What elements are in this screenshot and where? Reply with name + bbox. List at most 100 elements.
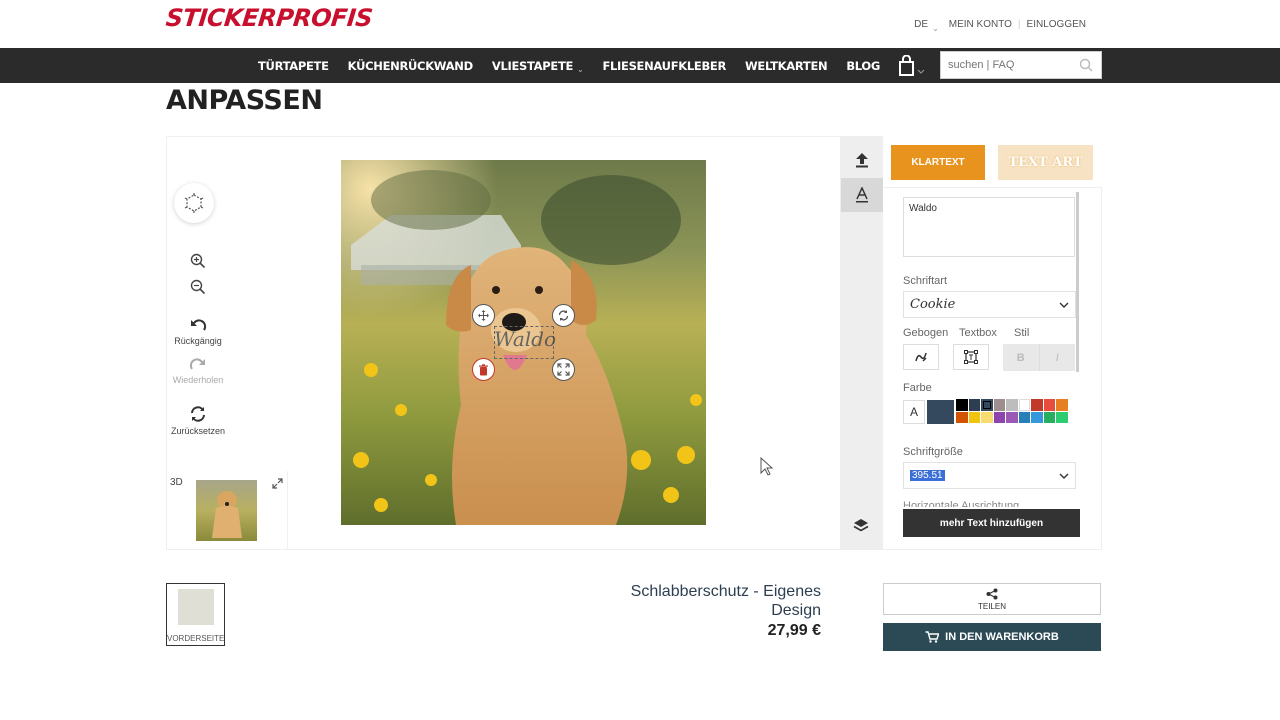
cart-icon: [925, 631, 940, 643]
top-bar: STICKERPROFIS DE ⌄ MEIN KONTO | EINLOGGE…: [0, 0, 1280, 48]
nav-label: FLIESENAUFKLEBER: [602, 58, 727, 73]
add-more-text-button[interactable]: mehr Text hinzufügen: [903, 509, 1080, 537]
nav-item-blog[interactable]: BLOG: [846, 59, 880, 73]
preview-thumbnail[interactable]: [196, 480, 257, 541]
mouse-pointer-icon: [760, 456, 774, 477]
language-selector[interactable]: DE: [914, 19, 928, 30]
chevron-down-icon: [1059, 473, 1069, 479]
rotate-handle[interactable]: [552, 304, 575, 327]
color-swatch[interactable]: [993, 399, 1005, 411]
top-links: DE ⌄ MEIN KONTO | EINLOGGEN: [914, 16, 1086, 33]
page-title: ANPASSEN: [166, 85, 323, 116]
login-link[interactable]: EINLOGGEN: [1027, 19, 1086, 30]
panel-scrollbar[interactable]: [1076, 192, 1079, 372]
curve-icon: [915, 352, 927, 362]
reset-icon: [191, 406, 205, 422]
color-swatch[interactable]: [993, 411, 1005, 423]
text-color-indicator: A: [903, 400, 925, 424]
color-swatch[interactable]: [1018, 399, 1030, 411]
nav-item-weltkarten[interactable]: WELTKARTEN: [745, 59, 828, 73]
color-swatch[interactable]: [1006, 411, 1018, 423]
tab-plain-text[interactable]: KLARTEXT: [891, 145, 985, 180]
nav-label: BLOG: [846, 58, 881, 73]
nav-label: TÜRTAPETE: [258, 58, 329, 73]
font-size-label: Schriftgröße: [903, 446, 963, 458]
resize-icon: [557, 363, 570, 376]
add-to-cart-label: IN DEN WARENKORB: [945, 631, 1059, 643]
color-palette: [956, 399, 1068, 423]
color-swatch[interactable]: [968, 399, 980, 411]
search-input[interactable]: [941, 59, 1071, 71]
side-selector-front[interactable]: VORDERSEITE: [166, 583, 225, 646]
brand-logo[interactable]: STICKERPROFIS: [165, 4, 374, 32]
3d-rotate-button[interactable]: [174, 183, 214, 223]
undo-button[interactable]: Rückgängig: [172, 318, 224, 346]
text-icon: [856, 187, 868, 203]
upload-tab[interactable]: [841, 143, 883, 177]
delete-handle[interactable]: [472, 358, 495, 381]
share-label: TEILEN: [977, 601, 1006, 611]
add-to-cart-button[interactable]: IN DEN WARENKORB: [883, 623, 1101, 651]
move-handle[interactable]: [472, 304, 495, 327]
color-swatch[interactable]: [1031, 411, 1043, 423]
zoom-in-icon[interactable]: [190, 253, 206, 269]
textbox-icon: [964, 350, 978, 364]
nav-label: VLIESTAPETE: [491, 58, 574, 73]
layers-icon[interactable]: [852, 517, 870, 535]
nav-item-vliestapete[interactable]: VLIESTAPETE ⌄: [491, 57, 584, 75]
cart-bag-icon[interactable]: [896, 54, 926, 77]
font-size-select[interactable]: 395.51: [903, 462, 1076, 489]
color-swatch[interactable]: [981, 399, 993, 411]
scale-handle[interactable]: [552, 358, 575, 381]
chevron-down-icon: ⌄: [932, 24, 939, 33]
color-swatch[interactable]: [1006, 399, 1018, 411]
color-swatch[interactable]: [1056, 399, 1068, 411]
cube-icon: [184, 193, 204, 213]
color-swatch[interactable]: [1018, 411, 1030, 423]
color-swatch[interactable]: [1031, 399, 1043, 411]
upload-icon: [856, 153, 868, 168]
horizontal-alignment-label: Horizontale Ausrichtung: [903, 500, 1020, 507]
color-swatch[interactable]: [1043, 399, 1055, 411]
redo-icon: [189, 358, 205, 370]
account-link[interactable]: MEIN KONTO: [949, 19, 1012, 30]
color-label: Farbe: [903, 382, 932, 394]
undo-icon: [191, 319, 207, 331]
zoom-out-icon[interactable]: [190, 279, 206, 295]
text-input[interactable]: Waldo: [903, 197, 1075, 257]
style-label: Stil: [1014, 327, 1030, 339]
reset-button[interactable]: Zurücksetzen: [168, 406, 228, 436]
preview-3d-label: 3D: [170, 477, 183, 488]
redo-button[interactable]: Wiederholen: [170, 357, 226, 385]
curved-text-button[interactable]: [903, 344, 939, 370]
italic-button[interactable]: I: [1038, 344, 1076, 371]
color-swatch[interactable]: [1056, 411, 1068, 423]
color-swatch[interactable]: [956, 399, 968, 411]
color-swatch[interactable]: [1043, 411, 1055, 423]
undo-label: Rückgängig: [174, 336, 222, 346]
reset-label: Zurücksetzen: [170, 426, 226, 436]
nav-item-fliesenaufkleber[interactable]: FLIESENAUFKLEBER: [602, 59, 726, 73]
share-button[interactable]: TEILEN: [883, 583, 1101, 615]
rotate-icon: [558, 310, 569, 321]
search-icon[interactable]: [1079, 58, 1093, 72]
side-label: VORDERSEITE: [167, 634, 225, 643]
expand-icon[interactable]: [272, 476, 283, 489]
current-color-swatch[interactable]: [927, 400, 954, 424]
color-swatch[interactable]: [981, 411, 993, 423]
font-select[interactable]: Cookie: [903, 291, 1076, 318]
canvas-text[interactable]: Waldo: [494, 327, 556, 351]
trash-icon: [479, 363, 488, 375]
product-name: Schlabberschutz - Eigenes Design: [630, 583, 821, 619]
nav-item-kuechenrueckwand[interactable]: KÜCHENRÜCKWAND: [348, 59, 473, 73]
style-toggle-group: B I: [1003, 344, 1075, 371]
font-value: Cookie: [910, 297, 956, 312]
textbox-button[interactable]: [953, 344, 989, 370]
nav-item-tuertapete[interactable]: TÜRTAPETE: [258, 59, 329, 73]
bold-button[interactable]: B: [1003, 344, 1039, 371]
tab-text-art[interactable]: TEXT ART: [998, 145, 1093, 180]
text-tab[interactable]: [841, 178, 883, 212]
font-size-value: 395.51: [910, 470, 945, 481]
color-swatch[interactable]: [968, 411, 980, 423]
color-swatch[interactable]: [956, 411, 968, 423]
